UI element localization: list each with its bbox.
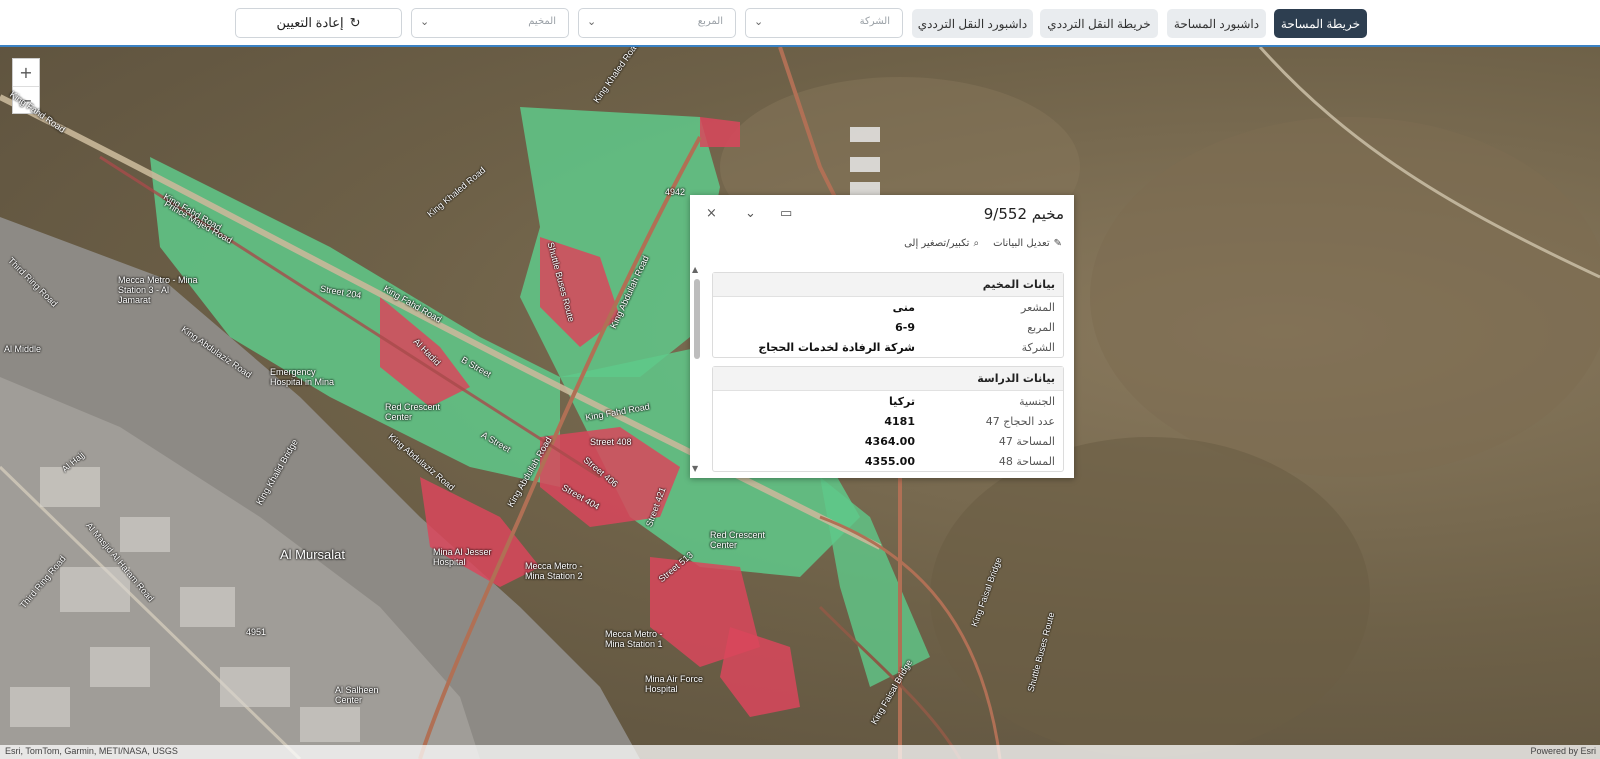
camp-data-title: بيانات المخيم <box>713 273 1063 297</box>
field-key: عدد الحجاج 47 <box>985 414 1055 428</box>
popup-scrollbar[interactable]: ▲ ▼ <box>692 265 702 473</box>
square-select[interactable]: المربع ⌄ <box>578 8 736 38</box>
map-label: 4942 <box>665 187 686 197</box>
table-row: المشعر منى <box>713 297 1063 317</box>
map-label: Al Middle <box>4 344 42 354</box>
attribution-sources: Esri, TomTom, Garmin, METI/NASA, USGS <box>5 746 178 756</box>
map-label: Red Crescent Center <box>385 402 441 422</box>
edit-data-action[interactable]: ✎ تعديل البيانات <box>993 238 1062 249</box>
field-value: منى <box>892 300 915 314</box>
map-attribution: Esri, TomTom, Garmin, METI/NASA, USGS Po… <box>0 745 1600 759</box>
field-key: الشركة <box>1021 340 1055 354</box>
pencil-icon: ✎ <box>1053 238 1062 249</box>
nav-shuttle-dashboard-button[interactable]: داشبورد النقل الترددي <box>912 9 1033 38</box>
popup-body: بيانات المخيم المشعر منى المربع 6-9 الشر… <box>712 272 1064 472</box>
nav-area-dashboard-button[interactable]: داشبورد المساحة <box>1167 9 1266 38</box>
zoom-in-button[interactable]: + <box>13 59 39 86</box>
reset-label: إعادة التعيين <box>276 15 344 30</box>
field-value: 4181 <box>884 414 915 428</box>
camp-data-card: بيانات المخيم المشعر منى المربع 6-9 الشر… <box>712 272 1064 358</box>
camp-popup: مخيم 9/552 ▭ ⌄ × ✎ تعديل البيانات ⌕ تكبي… <box>690 195 1074 478</box>
field-key: المساحة 47 <box>998 434 1055 448</box>
zoom-to-label: تكبير/تصغير إلى <box>904 238 970 249</box>
field-value: 4355.00 <box>864 454 915 468</box>
zoom-to-icon: ⌕ <box>973 238 980 249</box>
attribution-powered-by[interactable]: Powered by Esri <box>1530 746 1596 756</box>
reset-button[interactable]: إعادة التعيين ↻ <box>235 8 402 38</box>
scroll-down-icon[interactable]: ▼ <box>692 464 698 473</box>
field-value: 6-9 <box>895 320 915 334</box>
map-label: Mina Air Force Hospital <box>645 674 704 694</box>
map-label: Mina Al Jesser Hospital <box>433 547 492 567</box>
map-label: Street 408 <box>590 437 632 447</box>
camp-select-placeholder: المخيم <box>528 16 556 27</box>
map-label: Mecca Metro - Mina Station 2 <box>525 561 583 581</box>
table-row: الشركة شركة الرفادة لخدمات الحجاج <box>713 337 1063 357</box>
study-data-card: بيانات الدراسة الجنسية تركيا عدد الحجاج … <box>712 366 1064 472</box>
chevron-down-icon: ⌄ <box>420 15 430 28</box>
company-select-placeholder: الشركة <box>859 16 890 27</box>
map-label: Al Mursalat <box>280 547 346 562</box>
edit-data-label: تعديل البيانات <box>993 238 1050 249</box>
chevron-down-icon: ⌄ <box>587 15 597 28</box>
square-select-placeholder: المربع <box>697 16 723 27</box>
close-icon[interactable]: × <box>706 206 717 221</box>
popup-actions: ✎ تعديل البيانات ⌕ تكبير/تصغير إلى <box>904 238 1062 249</box>
map-label: Mecca Metro - Mina Station 1 <box>605 629 663 649</box>
nav-area-map-button[interactable]: خريطة المساحة <box>1274 9 1367 38</box>
map-label: Red Crescent Center <box>710 530 766 550</box>
field-key: المساحة 48 <box>998 454 1055 468</box>
field-value: تركيا <box>889 394 915 408</box>
scroll-thumb[interactable] <box>694 279 700 359</box>
field-key: المربع <box>1027 320 1055 334</box>
map-label: Al Salheen Center <box>335 685 379 705</box>
scroll-up-icon[interactable]: ▲ <box>692 265 698 274</box>
camp-select[interactable]: المخيم ⌄ <box>411 8 569 38</box>
field-key: المشعر <box>1021 300 1055 314</box>
chevron-down-icon: ⌄ <box>754 15 764 28</box>
table-row: المساحة 48 4355.00 <box>713 451 1063 471</box>
table-row: عدد الحجاج 47 4181 <box>713 411 1063 431</box>
company-select[interactable]: الشركة ⌄ <box>745 8 903 38</box>
collapse-icon[interactable]: ⌄ <box>745 206 756 221</box>
field-value: 4364.00 <box>864 434 915 448</box>
map-label: Mecca Metro - Mina Station 3 - Al Jamara… <box>118 275 198 305</box>
dock-icon[interactable]: ▭ <box>780 206 792 221</box>
study-data-title: بيانات الدراسة <box>713 367 1063 391</box>
nav-shuttle-map-button[interactable]: خريطة النقل الترددي <box>1040 9 1158 38</box>
table-row: المربع 6-9 <box>713 317 1063 337</box>
map-label: 4951 <box>246 627 267 637</box>
table-row: الجنسية تركيا <box>713 391 1063 411</box>
refresh-icon: ↻ <box>349 15 361 30</box>
field-key: الجنسية <box>1019 394 1055 408</box>
zoom-to-action[interactable]: ⌕ تكبير/تصغير إلى <box>904 238 979 249</box>
popup-title: مخيم 9/552 <box>983 205 1064 223</box>
field-value: شركة الرفادة لخدمات الحجاج <box>758 340 915 354</box>
table-row: المساحة 47 4364.00 <box>713 431 1063 451</box>
map-label: Emergency Hospital in Mina <box>270 367 335 387</box>
top-toolbar: خريطة المساحة داشبورد المساحة خريطة النق… <box>0 0 1600 47</box>
